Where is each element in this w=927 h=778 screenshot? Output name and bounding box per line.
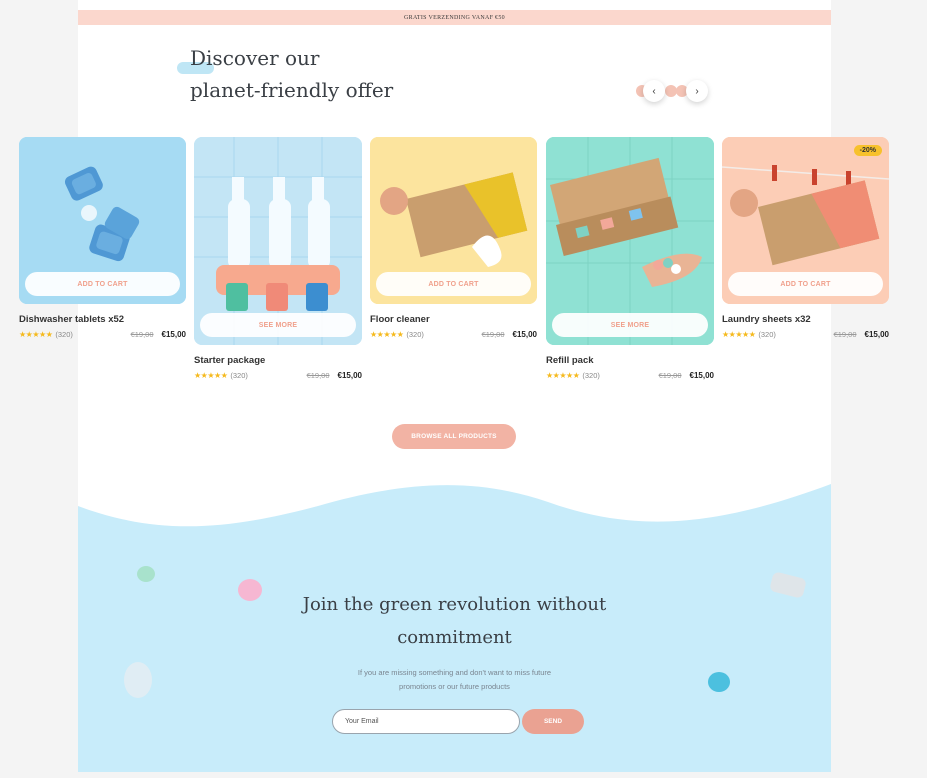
- newsletter-section: Join the green revolution without commit…: [78, 478, 831, 772]
- price: €15,00: [512, 330, 537, 339]
- carousel-prev-button[interactable]: ‹: [643, 80, 665, 102]
- send-button[interactable]: SEND: [522, 709, 584, 734]
- product-card[interactable]: ADD TO CART Dishwasher tablets x52 ★★★★★…: [19, 137, 186, 339]
- review-count: (320): [55, 330, 73, 339]
- newsletter-title-line-1: Join the green revolution without: [302, 594, 607, 615]
- review-count: (320): [758, 330, 776, 339]
- section-heading: Discover our planet-friendly offer: [190, 42, 393, 106]
- product-name[interactable]: Floor cleaner: [370, 314, 537, 325]
- newsletter-title-line-2: commitment: [397, 627, 512, 648]
- product-image[interactable]: ADD TO CART: [19, 137, 186, 304]
- review-count: (320): [582, 371, 600, 380]
- chevron-right-icon: ›: [695, 85, 699, 97]
- email-placeholder: Your Email: [345, 718, 379, 725]
- newsletter-title: Join the green revolution without commit…: [258, 588, 651, 654]
- product-meta: ★★★★★ (320) €19,00 €15,00: [19, 330, 186, 339]
- add-to-cart-button[interactable]: ADD TO CART: [376, 272, 531, 296]
- chevron-left-icon: ‹: [652, 85, 656, 97]
- review-count: (320): [230, 371, 248, 380]
- product-meta: ★★★★★ (320) €19,00 €15,00: [722, 330, 889, 339]
- heading-line-1: Discover our: [190, 46, 320, 70]
- browse-all-products-button[interactable]: BROWSE ALL PRODUCTS: [392, 424, 516, 449]
- see-more-button[interactable]: SEE MORE: [200, 313, 356, 337]
- see-more-button[interactable]: SEE MORE: [552, 313, 708, 337]
- tablet-mint-icon: [137, 566, 155, 582]
- product-card[interactable]: SEE MORE Refill pack ★★★★★ (320) €19,00 …: [546, 137, 714, 380]
- product-image[interactable]: SEE MORE: [194, 137, 362, 345]
- add-to-cart-button[interactable]: ADD TO CART: [25, 272, 180, 296]
- product-image[interactable]: -20% ADD TO CART: [722, 137, 889, 304]
- carousel-next-button[interactable]: ›: [686, 80, 708, 102]
- old-price: €19,00: [306, 371, 330, 380]
- product-card[interactable]: ADD TO CART Floor cleaner ★★★★★ (320) €1…: [370, 137, 537, 339]
- product-name[interactable]: Laundry sheets x32: [722, 314, 889, 325]
- product-name[interactable]: Starter package: [194, 355, 362, 366]
- product-meta: ★★★★★ (320) €19,00 €15,00: [546, 371, 714, 380]
- old-price: €19,00: [481, 330, 505, 339]
- newsletter-text-line-2: promotions or our future products: [399, 682, 510, 691]
- announcement-bar: GRATIS VERZENDING VANAF €50: [78, 10, 831, 25]
- old-price: €19,00: [658, 371, 682, 380]
- price: €15,00: [161, 330, 186, 339]
- rating-stars-icon: ★★★★★: [370, 330, 404, 339]
- old-price: €19,00: [833, 330, 857, 339]
- tablet-blue-icon: [708, 672, 730, 692]
- newsletter-description: If you are missing something and don't w…: [328, 666, 581, 694]
- old-price: €19,00: [130, 330, 154, 339]
- product-card[interactable]: -20% ADD TO CART Laundry sheets x32 ★★★★…: [722, 137, 889, 339]
- product-name[interactable]: Refill pack: [546, 355, 714, 366]
- discount-badge: -20%: [853, 145, 882, 156]
- heading-line-2: planet-friendly offer: [190, 78, 394, 102]
- price: €15,00: [689, 371, 714, 380]
- product-image[interactable]: ADD TO CART: [370, 137, 537, 304]
- announcement-text: GRATIS VERZENDING VANAF €50: [404, 14, 505, 21]
- email-input[interactable]: Your Email: [332, 709, 520, 734]
- product-image[interactable]: SEE MORE: [546, 137, 714, 345]
- product-meta: ★★★★★ (320) €19,00 €15,00: [370, 330, 537, 339]
- tablet-white-icon: [124, 662, 152, 698]
- product-meta: ★★★★★ (320) €19,00 €15,00: [194, 371, 362, 380]
- rating-stars-icon: ★★★★★: [194, 371, 228, 380]
- product-card[interactable]: SEE MORE Starter package ★★★★★ (320) €19…: [194, 137, 362, 380]
- rating-stars-icon: ★★★★★: [546, 371, 580, 380]
- rating-stars-icon: ★★★★★: [722, 330, 756, 339]
- price: €15,00: [864, 330, 889, 339]
- price: €15,00: [337, 371, 362, 380]
- add-to-cart-button[interactable]: ADD TO CART: [728, 272, 883, 296]
- product-name[interactable]: Dishwasher tablets x52: [19, 314, 186, 325]
- newsletter-text-line-1: If you are missing something and don't w…: [357, 668, 552, 677]
- rating-stars-icon: ★★★★★: [19, 330, 53, 339]
- review-count: (320): [406, 330, 424, 339]
- carousel-nav: ‹ ›: [636, 80, 716, 102]
